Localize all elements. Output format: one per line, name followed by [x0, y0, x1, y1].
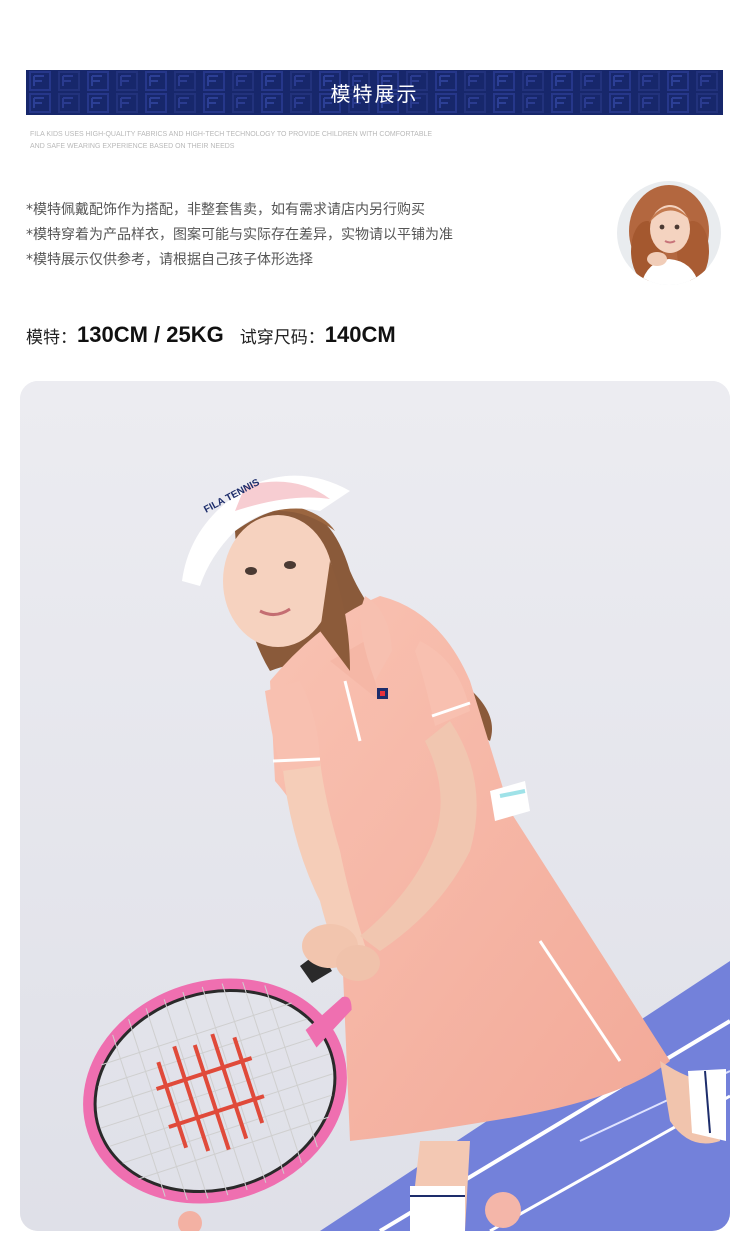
- size-value: 140CM: [324, 322, 396, 347]
- model-notes: *模特佩戴配饰作为搭配，非整套售卖，如有需求请店内另行购买 *模特穿着为产品样衣…: [26, 198, 586, 273]
- size-label: 试穿尺码：: [239, 327, 325, 348]
- subcopy-line-2: AND SAFE WEARING EXPERIENCE BASED ON THE…: [30, 143, 235, 150]
- section-banner: 模特展示: [26, 70, 723, 115]
- note-reference: *模特展示仅供参考，请根据自己孩子体形选择: [26, 252, 313, 268]
- note-accessories: *模特佩戴配饰作为搭配，非整套售卖，如有需求请店内另行购买: [26, 202, 425, 218]
- section-title: 模特展示: [330, 82, 419, 106]
- model-label: 模特：: [26, 327, 77, 348]
- brand-subcopy: FILA KIDS USES HIGH-QUALITY FABRICS AND …: [30, 129, 470, 153]
- model-avatar: [617, 181, 721, 285]
- model-spec: 模特： 130CM / 25KG 试穿尺码： 140CM: [26, 318, 396, 352]
- model-value: 130CM / 25KG: [77, 322, 224, 347]
- note-sample: *模特穿着为产品样衣，图案可能与实际存在差异，实物请以平铺为准: [26, 227, 453, 243]
- subcopy-line-1: FILA KIDS USES HIGH-QUALITY FABRICS AND …: [30, 131, 433, 138]
- model-photo: FILA TENNIS: [20, 381, 730, 1231]
